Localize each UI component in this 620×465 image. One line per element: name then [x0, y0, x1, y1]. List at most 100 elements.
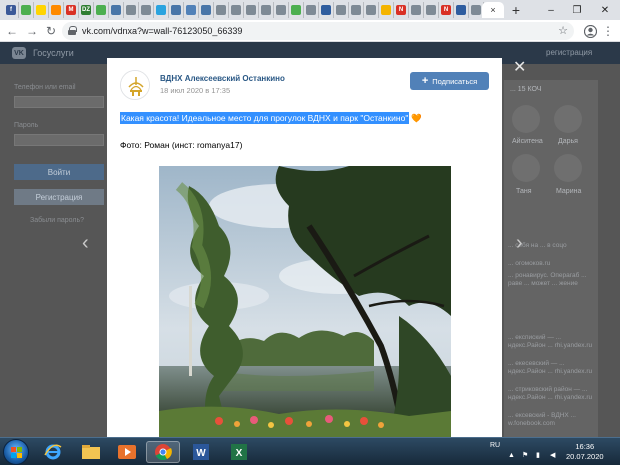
volume-icon[interactable]: ◀ [550, 451, 555, 459]
forgot-password-link[interactable]: Забыли пароль? [30, 217, 84, 224]
clock-date: 20.07.2020 [566, 452, 604, 461]
vk-icon [201, 5, 211, 15]
browser-tab[interactable] [214, 2, 229, 18]
browser-tab[interactable] [94, 2, 109, 18]
person-avatar[interactable] [554, 154, 582, 182]
start-button[interactable] [3, 439, 29, 465]
browser-tab[interactable] [169, 2, 184, 18]
browser-tab[interactable] [229, 2, 244, 18]
person-avatar[interactable] [512, 105, 540, 133]
globe-icon [471, 5, 481, 15]
news-item[interactable]: ... експиский — ... ндекс.Район ... rhi.… [508, 334, 598, 350]
phone-input[interactable] [14, 96, 104, 108]
browser-tab[interactable]: DZ [79, 2, 94, 18]
browser-tab[interactable] [154, 2, 169, 18]
post-date[interactable]: 18 июл 2020 в 17:35 [160, 86, 230, 95]
browser-tab[interactable] [379, 2, 394, 18]
person-name[interactable]: Таня [516, 188, 532, 195]
browser-tab[interactable] [109, 2, 124, 18]
news-item[interactable]: ... ронавирус. Операгаб ... раве ... мож… [508, 272, 598, 288]
browser-tab[interactable]: N [394, 2, 409, 18]
publisher-name[interactable]: ВДНХ Алексеевский Останкино [160, 74, 285, 83]
prev-post-arrow-icon[interactable]: ‹ [82, 232, 89, 255]
next-post-arrow-icon[interactable]: › [516, 232, 523, 255]
subscribe-button[interactable]: + Подписаться [410, 72, 489, 90]
browser-tab[interactable] [184, 2, 199, 18]
browser-tab[interactable] [19, 2, 34, 18]
browser-tab[interactable]: M [64, 2, 79, 18]
ie-icon[interactable] [36, 441, 70, 463]
person-avatar[interactable] [554, 105, 582, 133]
browser-tab[interactable] [289, 2, 304, 18]
browser-tab[interactable] [334, 2, 349, 18]
back-button[interactable]: ← [4, 23, 20, 39]
action-center-flag-icon[interactable]: ⚑ [522, 451, 528, 459]
browser-tab[interactable]: N [439, 2, 454, 18]
window-close-button[interactable]: ✕ [592, 0, 618, 20]
news-item[interactable]: ... огомоков.ru [508, 260, 598, 268]
excel-icon[interactable]: X [222, 441, 256, 463]
browser-tab[interactable] [259, 2, 274, 18]
close-tab-icon[interactable]: × [490, 5, 495, 15]
explorer-icon[interactable] [74, 441, 108, 463]
reload-button[interactable]: ↻ [43, 23, 59, 39]
bookmark-star-icon[interactable]: ☆ [558, 24, 568, 37]
globe-icon [306, 5, 316, 15]
vk-logo-icon: VK [12, 47, 26, 59]
news-item[interactable]: ... екесевский — ... ндекс.Район ... rhi… [508, 360, 598, 376]
person-name[interactable]: Дарья [558, 138, 578, 145]
browser-tab[interactable] [364, 2, 379, 18]
profile-icon[interactable] [582, 23, 598, 39]
restore-button[interactable]: ❐ [564, 0, 590, 20]
browser-tab[interactable] [49, 2, 64, 18]
news-item[interactable]: ... стриковский район — ... ндекс.Район … [508, 386, 598, 402]
telegram-icon [156, 5, 166, 15]
new-tab-button[interactable]: + [508, 2, 524, 18]
browser-tab[interactable]: f [4, 2, 19, 18]
person-name[interactable]: Марина [556, 188, 581, 195]
followers-label: ... 15 КОЧ [510, 86, 542, 93]
tray-expand-icon[interactable]: ▲ [508, 452, 515, 459]
post-photo[interactable] [159, 166, 451, 437]
globe-icon [141, 5, 151, 15]
browser-toolbar: ← → ↻ vk.com/vdnxa?w=wall-76123050_66339… [0, 20, 620, 42]
minimize-button[interactable]: – [538, 0, 564, 20]
lock-icon[interactable] [68, 26, 77, 35]
browser-tab[interactable] [124, 2, 139, 18]
browser-tab[interactable] [319, 2, 334, 18]
chrome-icon[interactable] [146, 441, 180, 463]
letter-m-icon: M [66, 5, 76, 15]
browser-tab[interactable] [349, 2, 364, 18]
network-icon[interactable]: ▮ [536, 451, 540, 459]
browser-tab[interactable] [454, 2, 469, 18]
menu-dots-icon[interactable]: ⋮ [600, 23, 616, 39]
password-input[interactable] [14, 134, 104, 146]
browser-tab[interactable] [244, 2, 259, 18]
windows-taskbar: W X RU ▲ ⚑ ▮ ◀ 16:36 20.07.2020 [0, 437, 620, 465]
register-link[interactable]: регистрация [546, 48, 592, 57]
publisher-avatar[interactable] [120, 70, 150, 100]
forward-button[interactable]: → [24, 23, 40, 39]
person-name[interactable]: Айситена [512, 138, 543, 145]
browser-tab[interactable] [34, 2, 49, 18]
language-indicator[interactable]: RU [490, 442, 500, 449]
register-button[interactable]: Регистрация [14, 189, 104, 205]
word-icon[interactable]: W [184, 441, 218, 463]
browser-tab[interactable] [304, 2, 319, 18]
browser-tab[interactable] [199, 2, 214, 18]
media-player-icon[interactable] [110, 441, 144, 463]
browser-tab[interactable] [409, 2, 424, 18]
image-icon [96, 5, 106, 15]
browser-tab[interactable] [424, 2, 439, 18]
browser-tab[interactable] [139, 2, 154, 18]
url-text[interactable]: vk.com/vdnxa?w=wall-76123050_66339 [82, 26, 242, 36]
person-avatar[interactable] [512, 154, 540, 182]
browser-tab[interactable] [274, 2, 289, 18]
modal-close-icon[interactable]: ✕ [513, 57, 526, 77]
flag-icon [36, 5, 46, 15]
active-tab[interactable]: × [482, 2, 504, 18]
login-button[interactable]: Войти [14, 164, 104, 180]
news-item[interactable]: ... ексевский - ВДНХ ... w.fonebook.com [508, 412, 598, 428]
address-bar[interactable]: vk.com/vdnxa?w=wall-76123050_66339 ☆ [62, 22, 574, 40]
taskbar-clock[interactable]: 16:36 20.07.2020 [566, 442, 604, 462]
